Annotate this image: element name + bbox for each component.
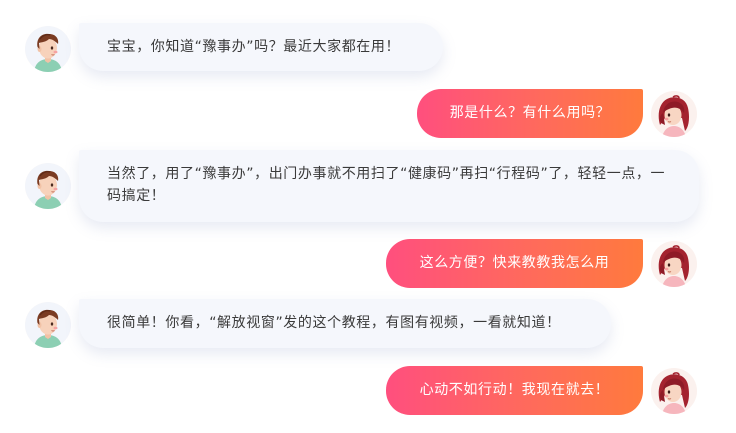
boy-avatar-icon: [25, 163, 71, 209]
girl-avatar-icon: [651, 368, 697, 414]
message-bubble-left: 很简单！你看，“解放视窗”发的这个教程，有图有视频，一看就知道！: [79, 299, 611, 348]
chat-conversation: 宝宝，你知道“豫事办”吗？最近大家都在用！ 那是什么？有什么用吗？ 当然了，用了…: [0, 0, 736, 433]
girl-avatar-icon: [651, 241, 697, 287]
message-bubble-right: 那是什么？有什么用吗？: [417, 89, 643, 138]
girl-avatar-icon: [651, 91, 697, 137]
boy-avatar-icon: [25, 26, 71, 72]
boy-avatar-icon: [25, 302, 71, 348]
message-bubble-right: 心动不如行动！我现在就去！: [386, 366, 643, 415]
message-bubble-right: 这么方便？快来教教我怎么用: [386, 239, 643, 288]
message-bubble-left: 宝宝，你知道“豫事办”吗？最近大家都在用！: [79, 23, 443, 71]
message-bubble-left: 当然了，用了“豫事办”，出门办事就不用扫了“健康码”再扫“行程码”了，轻轻一点，…: [79, 150, 699, 222]
